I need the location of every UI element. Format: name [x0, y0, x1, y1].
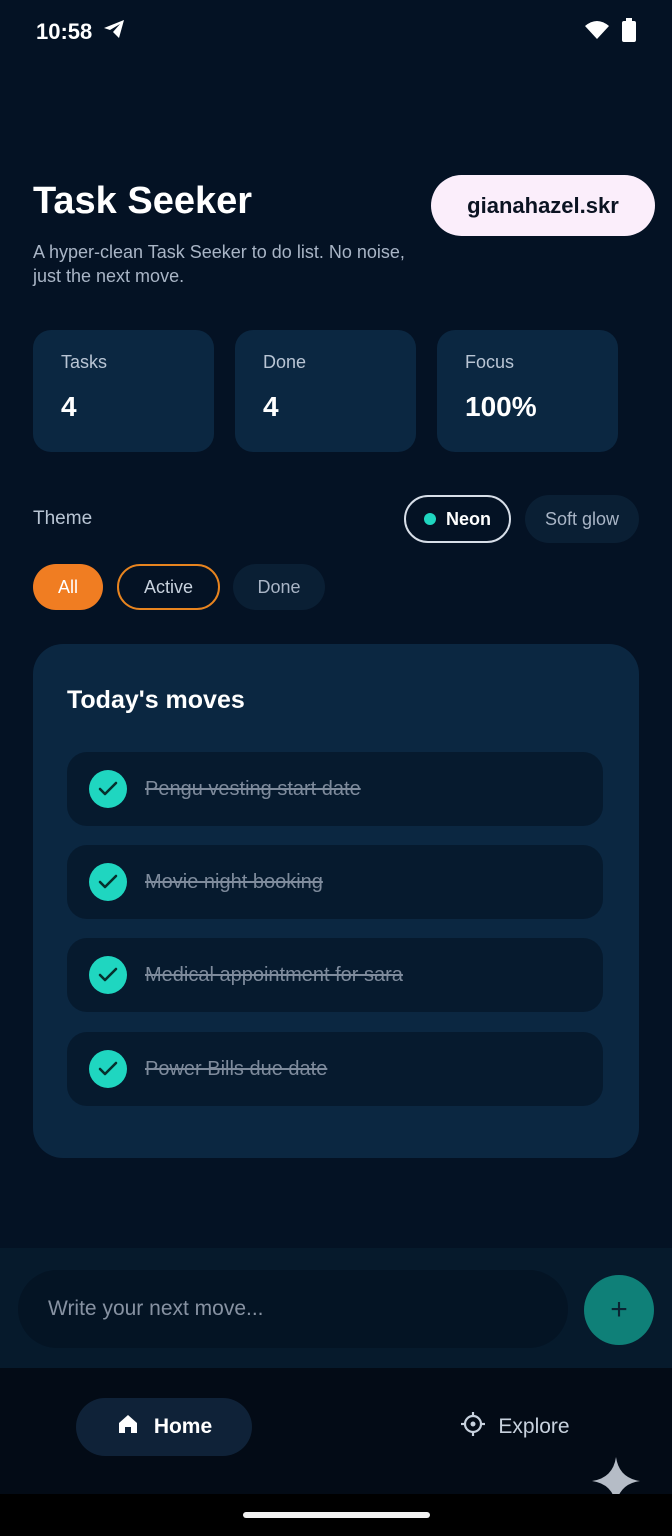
- task-text: Power Bills due date: [145, 1057, 328, 1080]
- add-task-button[interactable]: +: [584, 1275, 654, 1345]
- task-item[interactable]: Movie night booking: [67, 845, 603, 919]
- bottom-nav: Home Explore: [0, 1368, 672, 1494]
- check-icon[interactable]: [89, 863, 127, 901]
- task-item[interactable]: Pengu vesting start date: [67, 752, 603, 826]
- battery-icon: [622, 17, 636, 47]
- stat-card-done: Done 4: [235, 330, 416, 452]
- check-icon[interactable]: [89, 1050, 127, 1088]
- nav-explore-label: Explore: [498, 1415, 570, 1438]
- theme-option-soft-glow[interactable]: Soft glow: [525, 495, 639, 543]
- composer-bar: Write your next move... +: [0, 1248, 672, 1368]
- status-left: 10:58: [36, 18, 126, 46]
- filter-active[interactable]: Active: [117, 564, 220, 610]
- task-text: Movie night booking: [145, 870, 323, 893]
- status-time: 10:58: [36, 19, 93, 44]
- nav-home-tab[interactable]: Home: [76, 1398, 252, 1456]
- stat-label: Focus: [465, 352, 515, 372]
- filter-all[interactable]: All: [33, 564, 103, 610]
- telegram-icon: [102, 18, 126, 46]
- home-icon: [116, 1412, 140, 1442]
- stat-card-tasks: Tasks 4: [33, 330, 214, 452]
- status-right: [584, 17, 636, 47]
- home-indicator[interactable]: [243, 1512, 430, 1518]
- stat-value: 4: [61, 391, 77, 422]
- selected-dot-icon: [424, 513, 436, 525]
- crosshair-icon: [460, 1411, 486, 1443]
- wifi-icon: [584, 20, 610, 45]
- nav-home-label: Home: [153, 1415, 213, 1438]
- theme-option-label: Neon: [446, 508, 491, 529]
- task-item[interactable]: Power Bills due date: [67, 1032, 603, 1106]
- nav-explore-tab[interactable]: Explore: [440, 1398, 590, 1456]
- page-subtitle: A hyper-clean Task Seeker to do list. No…: [33, 242, 405, 286]
- new-task-input[interactable]: Write your next move...: [18, 1270, 568, 1348]
- system-nav-bar: [0, 1494, 672, 1536]
- theme-option-neon[interactable]: Neon: [404, 495, 511, 543]
- task-text: Pengu vesting start date: [145, 777, 361, 800]
- stat-label: Done: [263, 352, 307, 372]
- check-icon[interactable]: [89, 956, 127, 994]
- moves-card: Today's moves Pengu vesting start date M…: [33, 644, 639, 1158]
- page-title: Task Seeker: [33, 180, 253, 222]
- check-icon[interactable]: [89, 770, 127, 808]
- stat-card-focus: Focus 100%: [437, 330, 618, 452]
- stat-value: 100%: [465, 391, 537, 422]
- theme-label: Theme: [33, 508, 93, 529]
- filter-done[interactable]: Done: [233, 564, 325, 610]
- stat-label: Tasks: [61, 352, 108, 372]
- wallet-button[interactable]: gianahazel.skr: [431, 175, 655, 236]
- status-bar: 10:58: [0, 0, 672, 64]
- task-text: Medical appointment for sara: [145, 963, 403, 986]
- plus-icon: +: [610, 1293, 628, 1326]
- task-item[interactable]: Medical appointment for sara: [67, 938, 603, 1012]
- moves-title: Today's moves: [67, 686, 245, 714]
- stat-value: 4: [263, 391, 279, 422]
